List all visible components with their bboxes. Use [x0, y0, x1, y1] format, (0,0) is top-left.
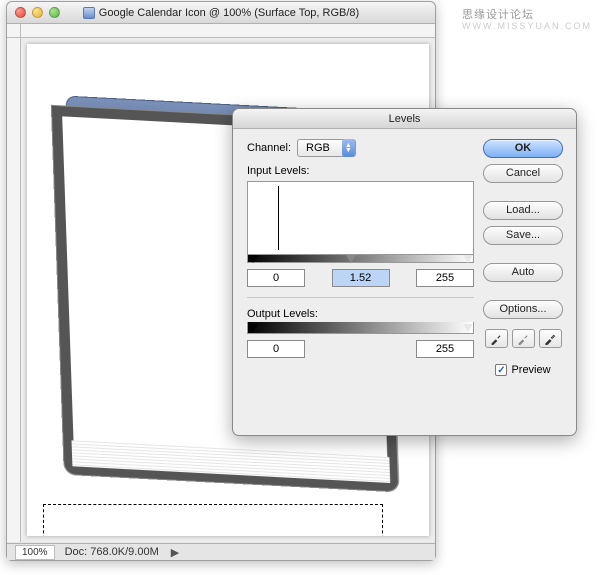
options-button[interactable]: Options... — [483, 300, 563, 319]
channel-select[interactable]: RGB ▲▼ — [297, 139, 356, 157]
document-title: Google Calendar Icon @ 100% (Surface Top… — [7, 7, 435, 19]
histogram-spike — [278, 186, 279, 250]
input-gradient[interactable] — [247, 255, 474, 263]
gray-eyedropper-icon[interactable] — [512, 329, 535, 348]
ok-button[interactable]: OK — [483, 139, 563, 158]
black-point-slider[interactable] — [248, 255, 258, 263]
white-eyedropper-icon[interactable] — [539, 329, 562, 348]
divider — [247, 297, 474, 298]
eyedropper-group — [485, 329, 562, 348]
watermark: 思缘设计论坛 WWW.MISSYUAN.COM — [462, 6, 592, 31]
output-gradient[interactable] — [247, 322, 474, 334]
watermark-line2: WWW.MISSYUAN.COM — [462, 21, 592, 31]
input-levels-label: Input Levels: — [247, 165, 474, 177]
file-icon — [83, 7, 95, 19]
output-white-slider[interactable] — [463, 324, 473, 332]
chevron-right-icon[interactable]: ▶ — [171, 546, 179, 559]
preview-checkbox-row[interactable]: ✓ Preview — [495, 364, 550, 376]
watermark-line1: 思缘设计论坛 — [462, 9, 534, 21]
output-black-slider[interactable] — [248, 324, 258, 332]
load-button[interactable]: Load... — [483, 201, 563, 220]
status-bar: 100% Doc: 768.0K/9.00M ▶ — [7, 543, 435, 560]
marquee-selection[interactable] — [43, 504, 383, 536]
output-white-field[interactable]: 255 — [416, 340, 474, 358]
histogram[interactable] — [247, 181, 474, 255]
titlebar[interactable]: Google Calendar Icon @ 100% (Surface Top… — [7, 2, 435, 24]
preview-checkbox[interactable]: ✓ — [495, 364, 507, 376]
doc-size: Doc: 768.0K/9.00M — [65, 546, 159, 558]
levels-dialog: Levels Channel: RGB ▲▼ Input Levels: 0 — [232, 108, 577, 436]
channel-label: Channel: — [247, 142, 291, 154]
ruler-vertical[interactable] — [7, 38, 21, 542]
zoom-field[interactable]: 100% — [15, 545, 55, 560]
input-white-field[interactable]: 255 — [416, 269, 474, 287]
dialog-title[interactable]: Levels — [233, 109, 576, 129]
input-black-field[interactable]: 0 — [247, 269, 305, 287]
black-eyedropper-icon[interactable] — [485, 329, 508, 348]
cancel-button[interactable]: Cancel — [483, 164, 563, 183]
save-button[interactable]: Save... — [483, 226, 563, 245]
preview-label: Preview — [511, 364, 550, 376]
ruler-horizontal[interactable] — [21, 24, 435, 38]
white-point-slider[interactable] — [463, 255, 473, 263]
ruler-origin[interactable] — [7, 24, 21, 38]
input-gamma-field[interactable]: 1.52 — [332, 269, 390, 287]
auto-button[interactable]: Auto — [483, 263, 563, 282]
output-black-field[interactable]: 0 — [247, 340, 305, 358]
select-arrows-icon: ▲▼ — [342, 139, 355, 157]
output-levels-label: Output Levels: — [247, 308, 474, 320]
gamma-slider[interactable] — [346, 255, 356, 263]
